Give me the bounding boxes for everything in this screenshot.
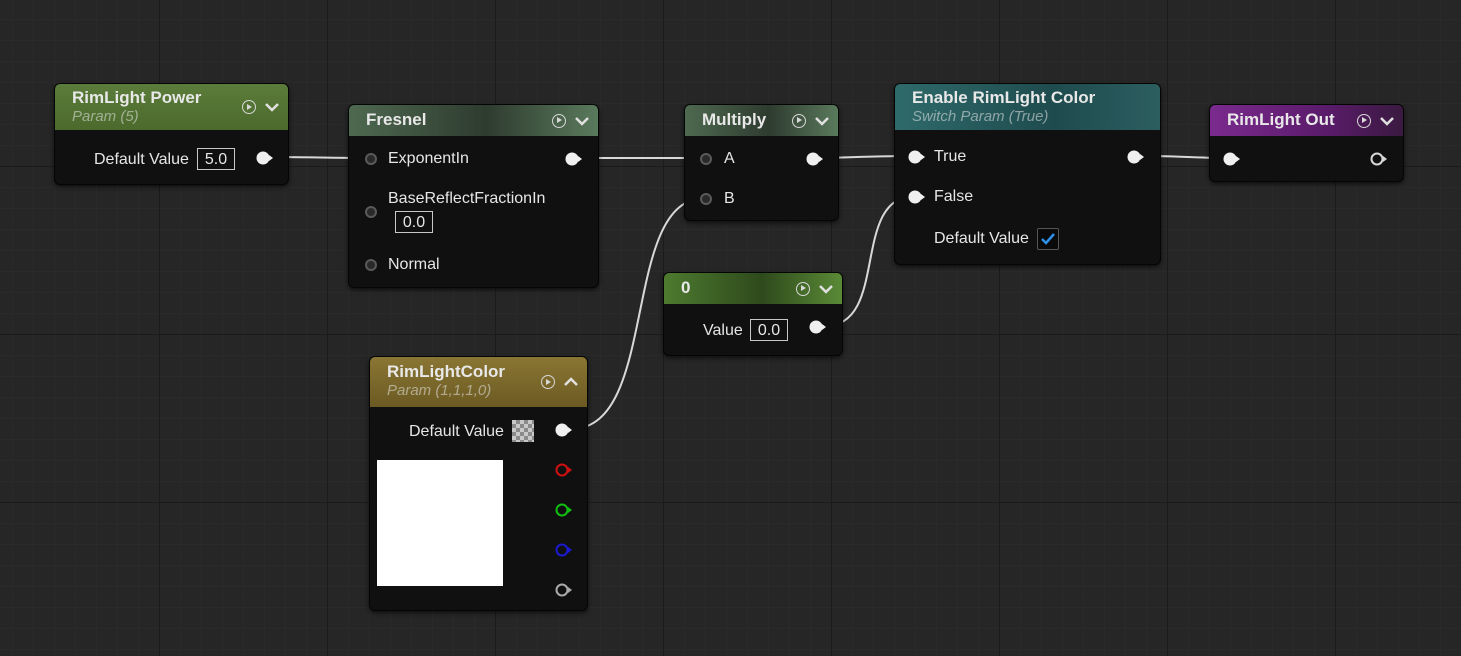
chevron-down-icon[interactable] — [814, 115, 830, 127]
input-label-false: False — [934, 188, 974, 205]
input-pin-exponent[interactable] — [365, 153, 377, 165]
output-pin-r[interactable] — [555, 463, 573, 477]
output-pin-b[interactable] — [555, 543, 573, 557]
color-preview — [377, 460, 503, 586]
value-field[interactable]: 0.0 — [750, 319, 788, 341]
play-circle-icon[interactable] — [1357, 113, 1371, 128]
output-pin-a[interactable] — [555, 583, 573, 597]
node-constant[interactable]: 0 Value 0.0 — [663, 272, 843, 356]
chevron-down-icon[interactable] — [574, 115, 590, 127]
node-header[interactable]: RimLightColor Param (1,1,1,0) — [370, 357, 587, 407]
input-label-b: B — [724, 190, 735, 207]
node-header[interactable]: Enable RimLight Color Switch Param (True… — [895, 84, 1160, 130]
play-circle-icon[interactable] — [541, 375, 555, 389]
node-rimlight-out[interactable]: RimLight Out — [1209, 104, 1404, 182]
node-rimlight-color[interactable]: RimLightColor Param (1,1,1,0) Default Va… — [369, 356, 588, 611]
input-pin-b[interactable] — [700, 193, 712, 205]
default-value-label: Default Value — [934, 230, 1029, 247]
play-circle-icon[interactable] — [796, 281, 810, 296]
output-pin-g[interactable] — [555, 503, 573, 517]
node-multiply[interactable]: Multiply A B — [684, 104, 839, 221]
input-label-true: True — [934, 148, 967, 165]
output-pin[interactable] — [1127, 150, 1145, 164]
default-value-field[interactable]: 5.0 — [197, 148, 235, 170]
play-circle-icon[interactable] — [792, 113, 806, 128]
node-subtitle: Switch Param (True) — [912, 108, 1049, 125]
output-pin[interactable] — [809, 320, 827, 334]
node-header[interactable]: Multiply — [685, 105, 838, 136]
color-picker-swatch[interactable] — [512, 420, 534, 442]
play-circle-icon[interactable] — [552, 113, 566, 128]
output-pin-rgb[interactable] — [555, 423, 573, 437]
output-pin[interactable] — [256, 151, 274, 165]
node-rimlight-power[interactable]: RimLight Power Param (5) Default Value 5… — [54, 83, 289, 185]
input-pin-false[interactable] — [908, 190, 926, 204]
output-pin[interactable] — [806, 152, 824, 166]
input-label-exponent: ExponentIn — [388, 150, 469, 167]
input-pin[interactable] — [1223, 152, 1241, 166]
output-pin-empty[interactable] — [1370, 152, 1388, 166]
output-pin[interactable] — [565, 152, 583, 166]
input-pin-base-reflect[interactable] — [365, 206, 377, 218]
node-header[interactable]: Fresnel — [349, 105, 598, 136]
checkmark-icon — [1041, 233, 1055, 245]
input-pin-true[interactable] — [908, 150, 926, 164]
input-pin-normal[interactable] — [365, 259, 377, 271]
input-pin-a[interactable] — [700, 153, 712, 165]
input-label-normal: Normal — [388, 256, 440, 273]
node-header[interactable]: RimLight Power Param (5) — [55, 84, 288, 130]
node-fresnel[interactable]: Fresnel ExponentIn BaseReflectFractionIn… — [348, 104, 599, 288]
value-label: Value — [703, 322, 743, 339]
default-value-checkbox[interactable] — [1037, 228, 1059, 250]
input-label-a: A — [724, 150, 735, 167]
node-title: Enable RimLight Color — [912, 88, 1096, 107]
node-enable-rimlight-color[interactable]: Enable RimLight Color Switch Param (True… — [894, 83, 1161, 265]
chevron-down-icon[interactable] — [818, 283, 834, 295]
base-reflect-field[interactable]: 0.0 — [395, 211, 433, 233]
node-header[interactable]: 0 — [664, 273, 842, 304]
default-value-label: Default Value — [94, 151, 189, 168]
chevron-up-icon[interactable] — [563, 376, 579, 388]
default-value-label: Default Value — [409, 423, 504, 440]
input-label-base-reflect: BaseReflectFractionIn — [388, 190, 546, 207]
chevron-down-icon[interactable] — [264, 101, 280, 113]
play-circle-icon[interactable] — [242, 100, 256, 114]
node-header[interactable]: RimLight Out — [1210, 105, 1403, 136]
chevron-down-icon[interactable] — [1379, 115, 1395, 127]
